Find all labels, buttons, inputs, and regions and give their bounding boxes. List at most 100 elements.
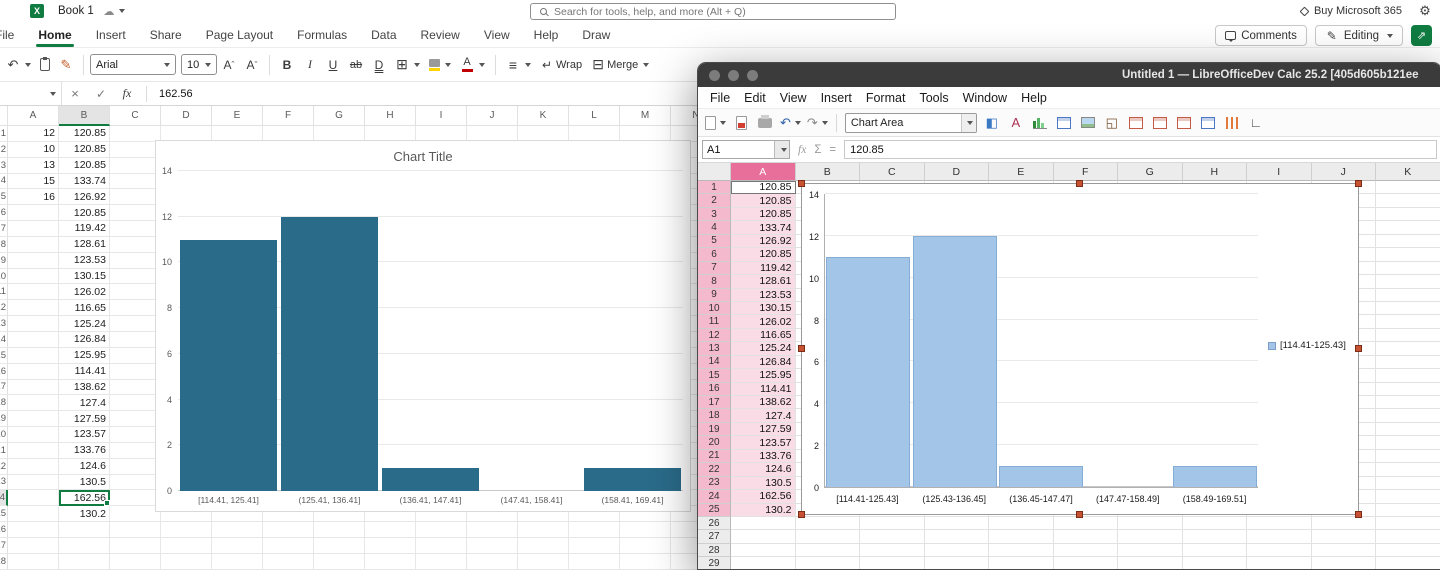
cell-A24[interactable] — [8, 490, 59, 507]
cell-L26[interactable] — [569, 522, 620, 538]
cell-B12[interactable]: 116.65 — [59, 300, 110, 317]
row-header-25[interactable]: 25 — [698, 503, 731, 517]
cell-A23[interactable] — [8, 474, 59, 491]
cell-B5[interactable]: 126.92 — [59, 189, 110, 206]
row-header-4[interactable]: 4 — [0, 173, 8, 190]
cell-C2[interactable] — [110, 141, 161, 158]
row-header-11[interactable]: 11 — [698, 315, 731, 329]
cell-K28[interactable] — [1376, 543, 1440, 558]
ribbon-tab-file[interactable]: File — [0, 22, 26, 47]
cell-F27[interactable] — [1053, 530, 1118, 544]
cell-B28[interactable] — [795, 543, 860, 558]
cell-B25[interactable]: 130.2 — [59, 506, 110, 523]
enter-button[interactable] — [88, 82, 114, 106]
cell-C13[interactable] — [110, 316, 161, 332]
row-header-16[interactable]: 16 — [0, 363, 8, 380]
combo-dropdown-button[interactable] — [960, 113, 976, 132]
cell-A20[interactable] — [8, 427, 59, 443]
cell-A19[interactable]: 127.59 — [731, 422, 796, 437]
comments-button[interactable]: Comments — [1215, 25, 1307, 46]
chart-bar[interactable] — [583, 468, 682, 491]
cell-A13[interactable]: 125.24 — [731, 342, 796, 356]
row-header-12[interactable]: 12 — [698, 328, 731, 343]
cell-J28[interactable] — [1311, 543, 1376, 558]
cell-E27[interactable] — [212, 537, 263, 554]
cell-C7[interactable] — [110, 221, 161, 237]
chart-bar[interactable] — [280, 216, 379, 491]
cell-H27[interactable] — [365, 537, 416, 554]
cell-C16[interactable] — [110, 363, 161, 380]
cell-B24[interactable]: 162.56 — [59, 490, 110, 507]
ribbon-tab-review[interactable]: Review — [409, 22, 472, 47]
cell-B15[interactable]: 125.95 — [59, 347, 110, 364]
column-header-b[interactable]: B — [59, 106, 110, 126]
cell-G27[interactable] — [314, 537, 365, 554]
cell-B19[interactable]: 127.59 — [59, 411, 110, 428]
resize-handle[interactable] — [798, 180, 805, 187]
embedded-chart[interactable]: 0 2 4 6 8 10 12 14 [114.41-125.43] (125.43-136.4… — [798, 180, 1362, 518]
cell-B16[interactable]: 114.41 — [59, 363, 110, 380]
column-header-a[interactable]: A — [731, 163, 796, 181]
chart-data-table-icon[interactable] — [1055, 112, 1073, 134]
row-header-8[interactable]: 8 — [0, 236, 8, 253]
cell-A6[interactable]: 120.85 — [731, 248, 796, 262]
row-header-14[interactable]: 14 — [0, 331, 8, 348]
cell-K19[interactable] — [1376, 422, 1440, 437]
cell-C27[interactable] — [860, 530, 925, 544]
cell-B14[interactable]: 126.84 — [59, 331, 110, 348]
cell-C26[interactable] — [860, 516, 925, 531]
cell-B1[interactable]: 120.85 — [59, 126, 110, 142]
cell-K1[interactable] — [1376, 181, 1440, 195]
redo-icon[interactable]: ↷ — [807, 112, 828, 134]
grid-corner[interactable] — [0, 106, 8, 126]
row-header-22[interactable]: 22 — [0, 458, 8, 475]
cell-C29[interactable] — [860, 557, 925, 569]
cell-D26[interactable] — [161, 522, 212, 538]
row-header-15[interactable]: 15 — [0, 347, 8, 364]
cell-B26[interactable] — [795, 516, 860, 531]
excel-chart[interactable]: Chart Title 0 2 4 6 8 10 12 14 [114.41, 125.41]… — [155, 140, 691, 512]
cell-E29[interactable] — [989, 557, 1054, 569]
cell-J26[interactable] — [467, 522, 518, 538]
resize-handle[interactable] — [1355, 345, 1362, 352]
resize-handle[interactable] — [1076, 511, 1083, 518]
cell-K14[interactable] — [1376, 355, 1440, 370]
cell-B4[interactable]: 133.74 — [59, 173, 110, 190]
column-header-a[interactable]: A — [8, 106, 59, 126]
cell-A13[interactable] — [8, 316, 59, 332]
cell-K15[interactable] — [1376, 369, 1440, 383]
name-box[interactable] — [0, 82, 62, 105]
cell-A4[interactable]: 133.74 — [731, 221, 796, 235]
resize-handle[interactable] — [1076, 180, 1083, 187]
row-header-28[interactable]: 28 — [698, 543, 731, 558]
ribbon-tab-insert[interactable]: Insert — [84, 22, 138, 47]
function-wizard-icon[interactable] — [798, 144, 806, 156]
cell-I28[interactable] — [416, 553, 467, 570]
cell-C14[interactable] — [110, 331, 161, 348]
menu-tools[interactable]: Tools — [912, 91, 955, 105]
close-button[interactable] — [709, 69, 720, 81]
cell-A12[interactable]: 116.65 — [731, 328, 796, 343]
row-header-9[interactable]: 9 — [0, 252, 8, 269]
menu-edit[interactable]: Edit — [737, 91, 773, 105]
cell-A5[interactable]: 126.92 — [731, 234, 796, 249]
cell-I26[interactable] — [1247, 516, 1312, 531]
cell-L28[interactable] — [569, 553, 620, 570]
insert-function-button[interactable] — [114, 82, 140, 106]
cell-J27[interactable] — [1311, 530, 1376, 544]
double-underline-button[interactable] — [368, 53, 390, 77]
cell-B21[interactable]: 133.76 — [59, 442, 110, 459]
row-header-28[interactable]: 28 — [0, 553, 8, 570]
cell-K13[interactable] — [1376, 342, 1440, 356]
settings-gear-icon[interactable] — [1418, 3, 1432, 19]
cell-L27[interactable] — [569, 537, 620, 554]
cell-E26[interactable] — [212, 522, 263, 538]
chart-title[interactable]: Chart Title — [156, 149, 690, 164]
cell-C10[interactable] — [110, 268, 161, 285]
row-header-13[interactable]: 13 — [0, 316, 8, 332]
row-header-19[interactable]: 19 — [698, 422, 731, 437]
row-header-3[interactable]: 3 — [0, 157, 8, 174]
ribbon-tab-formulas[interactable]: Formulas — [285, 22, 359, 47]
chart-bar[interactable] — [912, 235, 997, 487]
column-header-m[interactable]: M — [620, 106, 671, 126]
